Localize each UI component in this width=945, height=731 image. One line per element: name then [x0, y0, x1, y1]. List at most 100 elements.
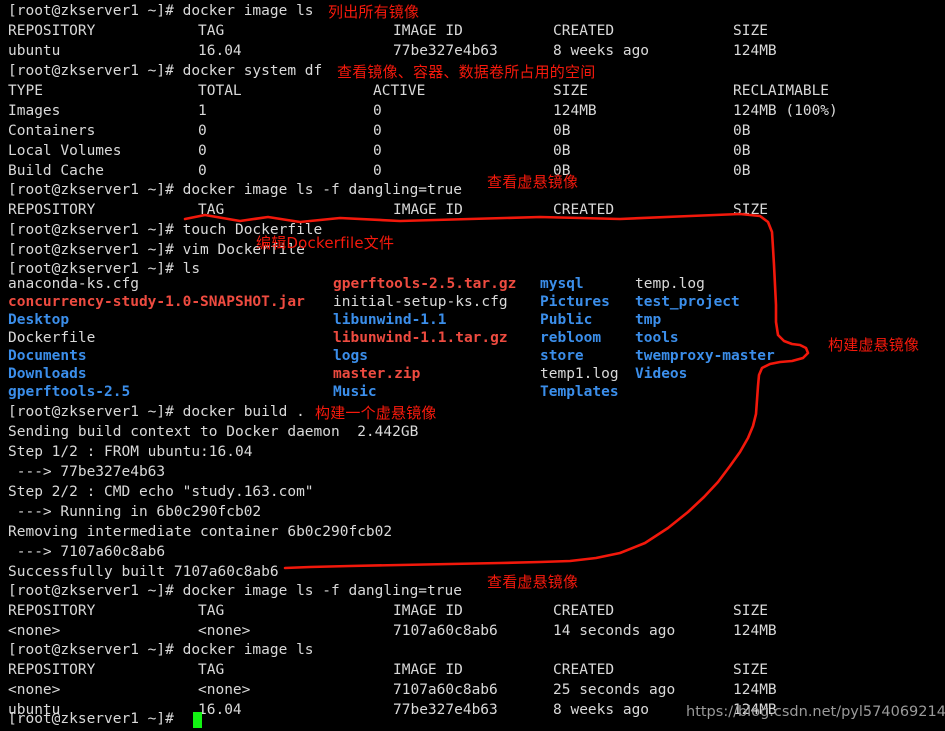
terminal-text: <none> [8, 623, 61, 639]
terminal-text: SIZE [553, 83, 588, 99]
terminal-text: tools [635, 330, 679, 346]
terminal-text: TAG [198, 603, 225, 619]
terminal-text: concurrency-study-1.0-SNAPSHOT.jar [8, 294, 305, 310]
terminal-text: temp.log [635, 276, 705, 292]
terminal-text: Desktop [8, 312, 70, 328]
terminal-text: twemproxy-master [635, 348, 775, 364]
terminal-text: Local Volumes [8, 143, 122, 159]
terminal-text: ---> 77be327e4b63 [8, 464, 166, 480]
annotation-view-dangling-2: 查看虚悬镜像 [487, 573, 579, 591]
terminal-text: 7107a60c8ab6 [393, 623, 498, 639]
terminal-text: tmp [635, 312, 662, 328]
terminal-text: 0B [733, 143, 751, 159]
annotation-list-all-images: 列出所有镜像 [328, 3, 420, 21]
terminal-text: 0 [198, 123, 207, 139]
terminal-text: 0B [733, 163, 751, 179]
terminal-text: <none> [8, 682, 61, 698]
terminal-text: logs [333, 348, 368, 364]
terminal-text: SIZE [733, 202, 768, 218]
terminal-text: 16.04 [198, 702, 242, 718]
terminal-text: mysql [540, 276, 584, 292]
terminal-text: Templates [540, 384, 619, 400]
terminal-text: 124MB (100%) [733, 103, 838, 119]
terminal-text: libunwind-1.1.tar.gz [333, 330, 508, 346]
terminal-text: 0 [373, 123, 382, 139]
terminal-text: anaconda-ks.cfg [8, 276, 139, 292]
terminal-text: ACTIVE [373, 83, 426, 99]
terminal-text: REPOSITORY [8, 23, 96, 39]
annotation-view-dangling-1: 查看虚悬镜像 [487, 173, 579, 191]
terminal-text: RECLAIMABLE [733, 83, 830, 99]
terminal-text: 16.04 [198, 43, 242, 59]
terminal-text: [root@zkserver1 ~]# docker image ls [8, 642, 314, 658]
terminal-text: gperftools-2.5.tar.gz [333, 276, 517, 292]
terminal-text: Removing intermediate container 6b0c290f… [8, 524, 393, 540]
terminal-text: Pictures [540, 294, 610, 310]
terminal-text: 14 seconds ago [553, 623, 676, 639]
watermark-url: https://blog.csdn.net/pyl574069214 [686, 704, 945, 720]
annotation-edit-dockerfile: 编辑Dockerfile文件 [256, 234, 395, 252]
terminal-text: 124MB [733, 623, 777, 639]
terminal-text: Dockerfile [8, 330, 96, 346]
terminal-text: IMAGE ID [393, 662, 463, 678]
terminal-text: test_project [635, 294, 740, 310]
terminal-text: Music [333, 384, 377, 400]
terminal-text: temp1.log [540, 366, 619, 382]
terminal-text: [root@zkserver1 ~]# [8, 711, 183, 727]
terminal-text: 0 [198, 163, 207, 179]
terminal-text: SIZE [733, 603, 768, 619]
annotation-system-df: 查看镜像、容器、数据卷所占用的空间 [337, 63, 596, 81]
terminal-text: TAG [198, 23, 225, 39]
terminal-text: 77be327e4b63 [393, 43, 498, 59]
annotation-build-dangling: 构建虚悬镜像 [828, 336, 920, 354]
terminal-text: 0 [198, 143, 207, 159]
terminal-text: REPOSITORY [8, 662, 96, 678]
terminal-text: initial-setup-ks.cfg [333, 294, 508, 310]
terminal-text: 77be327e4b63 [393, 702, 498, 718]
terminal-text: TYPE [8, 83, 43, 99]
terminal-text: IMAGE ID [393, 603, 463, 619]
terminal-text: <none> [198, 623, 251, 639]
terminal-text: 124MB [733, 682, 777, 698]
terminal-text: Downloads [8, 366, 87, 382]
terminal-text: Documents [8, 348, 87, 364]
terminal-text: Public [540, 312, 593, 328]
terminal-text: ---> 7107a60c8ab6 [8, 544, 166, 560]
terminal-text: CREATED [553, 202, 615, 218]
terminal-text: REPOSITORY [8, 202, 96, 218]
annotation-build-one-dangling: 构建一个虚悬镜像 [315, 404, 437, 422]
terminal-text: 0B [553, 123, 571, 139]
terminal-text: 8 weeks ago [553, 43, 650, 59]
terminal-text: [root@zkserver1 ~]# docker system df [8, 63, 323, 79]
terminal-text: Step 1/2 : FROM ubuntu:16.04 [8, 444, 253, 460]
terminal-text: 0 [373, 143, 382, 159]
terminal-window[interactable]: [root@zkserver1 ~]# docker image ls REPOS… [0, 0, 945, 731]
terminal-text: CREATED [553, 662, 615, 678]
terminal-text: [root@zkserver1 ~]# docker image ls [8, 3, 314, 19]
terminal-text: Successfully built 7107a60c8ab6 [8, 564, 279, 580]
terminal-text: libunwind-1.1 [333, 312, 447, 328]
terminal-text: master.zip [333, 366, 421, 382]
terminal-text: TAG [198, 662, 225, 678]
terminal-text: [root@zkserver1 ~]# docker build . [8, 404, 305, 420]
terminal-text: SIZE [733, 662, 768, 678]
terminal-text: Containers [8, 123, 96, 139]
terminal-text: CREATED [553, 603, 615, 619]
terminal-text: Videos [635, 366, 688, 382]
terminal-text: REPOSITORY [8, 603, 96, 619]
terminal-text: 124MB [733, 43, 777, 59]
terminal-cursor[interactable] [193, 712, 202, 728]
terminal-text: IMAGE ID [393, 23, 463, 39]
terminal-text: SIZE [733, 23, 768, 39]
terminal-text: [root@zkserver1 ~]# docker image ls -f d… [8, 182, 462, 198]
terminal-text: gperftools-2.5 [8, 384, 131, 400]
terminal-text: 0B [553, 143, 571, 159]
terminal-text: ubuntu [8, 43, 61, 59]
terminal-text: store [540, 348, 584, 364]
terminal-text: CREATED [553, 23, 615, 39]
terminal-text: Images [8, 103, 61, 119]
terminal-text: 7107a60c8ab6 [393, 682, 498, 698]
terminal-text: Step 2/2 : CMD echo "study.163.com" [8, 484, 314, 500]
terminal-text: ---> Running in 6b0c290fcb02 [8, 504, 262, 520]
terminal-text: [root@zkserver1 ~]# docker image ls -f d… [8, 583, 462, 599]
